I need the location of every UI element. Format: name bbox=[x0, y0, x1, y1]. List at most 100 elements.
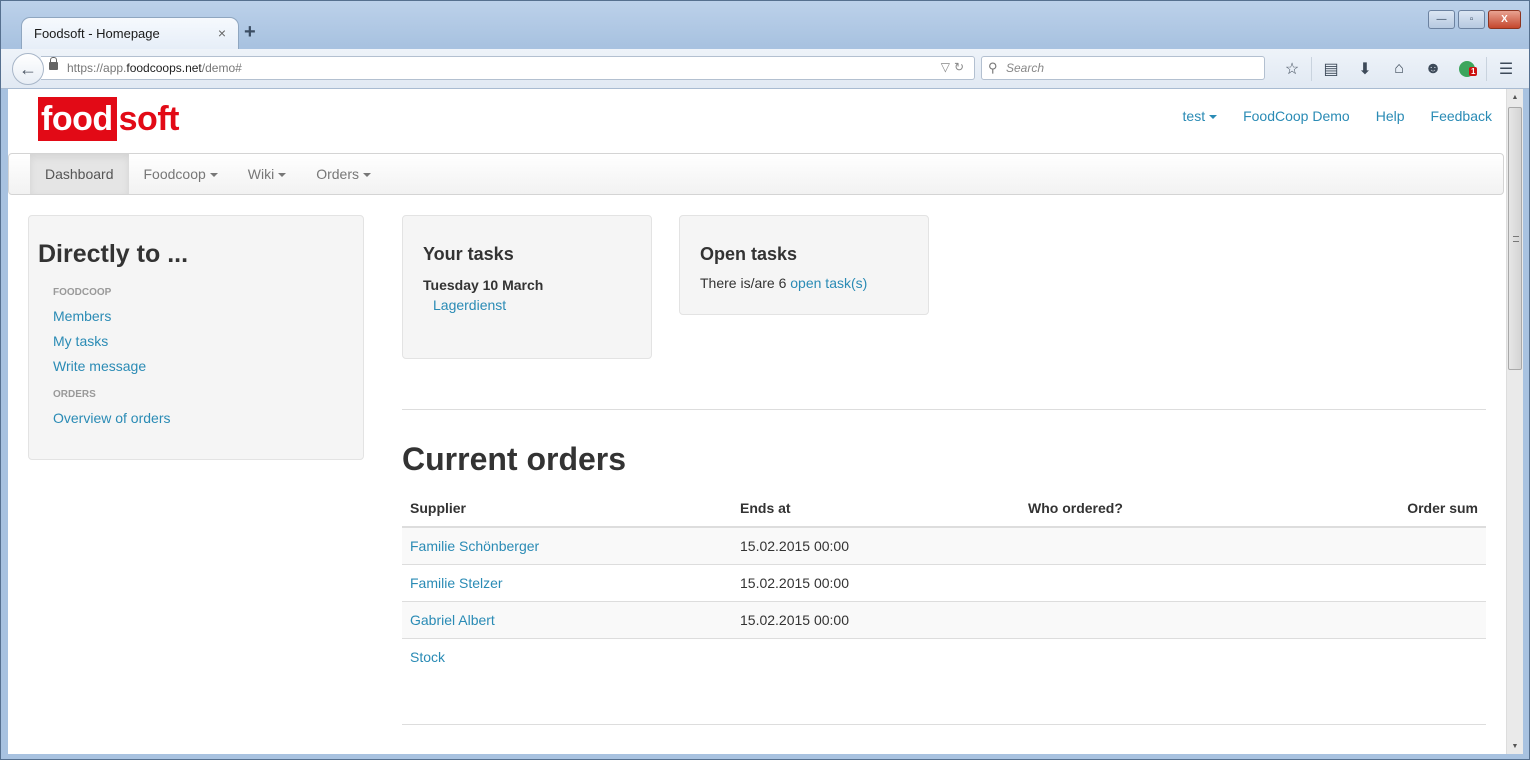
open-tasks-panel: Open tasks There is/are 6 open task(s) bbox=[679, 215, 929, 315]
task-date: Tuesday 10 March bbox=[423, 277, 544, 293]
url-bar[interactable]: https://app.foodcoops.net/demo# ▽↻ bbox=[41, 56, 975, 80]
logo-food: food bbox=[38, 97, 117, 141]
sidebar-link-members[interactable]: Members bbox=[38, 308, 354, 324]
grip-icon bbox=[1513, 236, 1519, 242]
feedback-link[interactable]: Feedback bbox=[1431, 108, 1492, 124]
menu-icon[interactable]: ☰ bbox=[1489, 58, 1523, 80]
back-arrow-icon: ← bbox=[19, 58, 37, 79]
url-path: /demo# bbox=[201, 61, 242, 75]
scroll-up-icon[interactable]: ▲ bbox=[1507, 89, 1523, 105]
table-row: Familie Schönberger 15.02.2015 00:00 bbox=[402, 526, 1486, 564]
lock-icon bbox=[49, 57, 58, 70]
browser-tab[interactable]: Foodsoft - Homepage × bbox=[21, 17, 239, 49]
order-sum-cell bbox=[1281, 563, 1486, 601]
col-order-sum: Order sum bbox=[1281, 489, 1486, 528]
section-divider bbox=[402, 409, 1486, 410]
sidebar-quick-links: Directly to ... FOODCOOP Members My task… bbox=[28, 215, 364, 460]
url-host: foodcoops.net bbox=[126, 61, 202, 75]
col-ends-at: Ends at bbox=[732, 489, 1020, 528]
current-orders-table: Supplier Ends at Who ordered? Order sum … bbox=[402, 489, 1486, 675]
back-button[interactable]: ← bbox=[12, 53, 44, 85]
download-icon[interactable]: ⬇ bbox=[1348, 58, 1382, 80]
reading-list-icon[interactable]: ▤ bbox=[1314, 58, 1348, 80]
supplier-link[interactable]: Gabriel Albert bbox=[410, 612, 495, 628]
supplier-link[interactable]: Stock bbox=[410, 649, 445, 665]
user-menu-label: test bbox=[1182, 108, 1206, 124]
sidebar-header-foodcoop: FOODCOOP bbox=[53, 287, 112, 298]
nav-orders[interactable]: Orders bbox=[301, 154, 386, 194]
page-scrollbar[interactable]: ▲ ▼ bbox=[1506, 89, 1523, 754]
window-close-icon[interactable]: X bbox=[1488, 10, 1521, 29]
who-ordered-cell bbox=[1020, 526, 1282, 564]
search-icon: ⚲ bbox=[988, 60, 998, 75]
window-controls: — ▫ X bbox=[1428, 10, 1521, 29]
nav-orders-label: Orders bbox=[316, 166, 360, 182]
ends-at-cell: 15.02.2015 00:00 bbox=[732, 526, 1020, 564]
tab-title: Foodsoft - Homepage bbox=[34, 26, 160, 41]
page-viewport: food soft test FoodCoop Demo Help Feedbac… bbox=[8, 89, 1506, 754]
scrollbar-thumb[interactable] bbox=[1508, 107, 1522, 370]
who-ordered-cell bbox=[1020, 600, 1282, 638]
new-tab-icon[interactable]: + bbox=[244, 21, 256, 44]
user-menu-link[interactable]: test bbox=[1183, 108, 1218, 124]
section-divider bbox=[402, 724, 1486, 725]
title-bar: Foodsoft - Homepage × + — ▫ X bbox=[1, 1, 1529, 49]
sidebar-link-my-tasks[interactable]: My tasks bbox=[38, 333, 354, 349]
open-tasks-title: Open tasks bbox=[700, 244, 798, 264]
toolbar-separator bbox=[1486, 57, 1487, 81]
toolbar-icons: ☆ ▤ ⬇ ⌂ ☻ 1 ☰ bbox=[1275, 57, 1523, 81]
ends-at-cell: 15.02.2015 00:00 bbox=[732, 600, 1020, 638]
supplier-link[interactable]: Familie Stelzer bbox=[410, 575, 503, 591]
sidebar-link-overview-of-orders[interactable]: Overview of orders bbox=[38, 410, 354, 426]
nav-foodcoop-label: Foodcoop bbox=[143, 166, 206, 182]
chat-icon[interactable]: ☻ bbox=[1416, 58, 1450, 80]
table-header-row: Supplier Ends at Who ordered? Order sum bbox=[402, 489, 1486, 528]
your-tasks-title: Your tasks bbox=[423, 244, 514, 264]
toolbar-separator bbox=[1311, 57, 1312, 81]
sidebar-header-orders: ORDERS bbox=[53, 389, 96, 400]
supplier-link[interactable]: Familie Schönberger bbox=[410, 538, 539, 554]
ends-at-cell bbox=[732, 637, 1020, 675]
your-tasks-panel: Your tasks Tuesday 10 March Lagerdienst bbox=[402, 215, 652, 359]
sidebar-link-write-message[interactable]: Write message bbox=[38, 358, 354, 374]
task-link[interactable]: Lagerdienst bbox=[423, 297, 631, 313]
order-sum-cell bbox=[1281, 600, 1486, 638]
ends-at-cell: 15.02.2015 00:00 bbox=[732, 563, 1020, 601]
nav-foodcoop[interactable]: Foodcoop bbox=[129, 154, 233, 194]
search-input[interactable]: ⚲ Search bbox=[981, 56, 1265, 80]
who-ordered-cell bbox=[1020, 563, 1282, 601]
caret-down-icon bbox=[278, 173, 287, 178]
nav-dashboard[interactable]: Dashboard bbox=[30, 154, 129, 194]
logo-soft: soft bbox=[118, 100, 180, 138]
notification-badge: 1 bbox=[1469, 67, 1478, 76]
url-prefix: https://app. bbox=[67, 61, 127, 75]
table-row: Familie Stelzer 15.02.2015 00:00 bbox=[402, 563, 1486, 601]
open-tasks-link[interactable]: open task(s) bbox=[790, 275, 867, 291]
col-supplier: Supplier bbox=[402, 489, 732, 528]
history-dropdown-icon[interactable]: ▽ bbox=[941, 60, 954, 74]
order-sum-cell bbox=[1281, 637, 1486, 675]
scroll-down-icon[interactable]: ▼ bbox=[1507, 738, 1523, 754]
hangouts-extension-icon[interactable]: 1 bbox=[1450, 58, 1484, 80]
nav-wiki-label: Wiki bbox=[247, 166, 275, 182]
current-orders-title: Current orders bbox=[402, 441, 627, 477]
nav-wiki[interactable]: Wiki bbox=[233, 154, 301, 194]
top-links: test FoodCoop Demo Help Feedback bbox=[1183, 108, 1492, 124]
foodcoop-demo-link[interactable]: FoodCoop Demo bbox=[1243, 108, 1350, 124]
foodsoft-logo[interactable]: food soft bbox=[38, 97, 179, 141]
caret-down-icon bbox=[209, 173, 218, 178]
maximize-icon[interactable]: ▫ bbox=[1458, 10, 1485, 29]
caret-down-icon bbox=[1209, 115, 1218, 120]
table-row: Stock bbox=[402, 637, 1486, 675]
nav-dashboard-label: Dashboard bbox=[45, 166, 114, 182]
tab-close-icon[interactable]: × bbox=[218, 25, 226, 41]
open-tasks-text: There is/are 6 open task(s) bbox=[700, 275, 908, 291]
help-link[interactable]: Help bbox=[1376, 108, 1405, 124]
bookmark-star-icon[interactable]: ☆ bbox=[1275, 58, 1309, 80]
reload-icon[interactable]: ↻ bbox=[954, 60, 968, 74]
open-tasks-count-text: There is/are 6 bbox=[700, 275, 791, 291]
table-row: Gabriel Albert 15.02.2015 00:00 bbox=[402, 600, 1486, 638]
home-icon[interactable]: ⌂ bbox=[1382, 58, 1416, 80]
minimize-icon[interactable]: — bbox=[1428, 10, 1455, 29]
sidebar-title: Directly to ... bbox=[38, 240, 189, 268]
